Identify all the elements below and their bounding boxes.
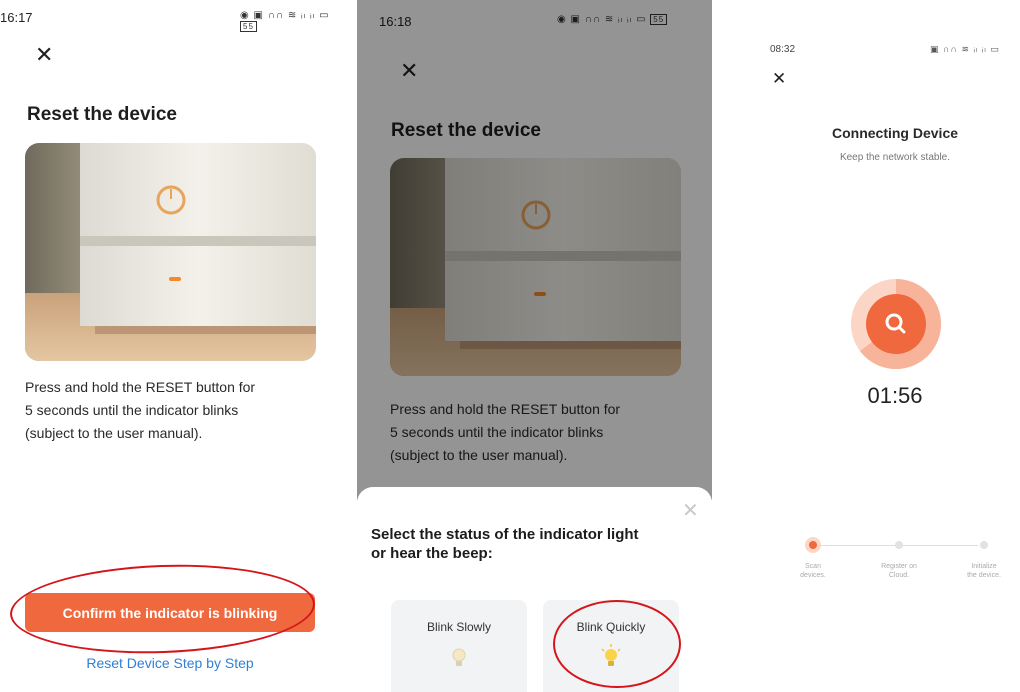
sheet-title-line: or hear the beep: (371, 545, 493, 562)
step-label-line: Scan (805, 563, 821, 570)
status-bar-icons: ◉ ▣ ∩∩ ≋ ᵢₗ ᵢₗ ▭ 55 (240, 10, 345, 32)
description-line: Press and hold the RESET button for (25, 379, 256, 395)
status-time: 16:17 (0, 10, 33, 25)
battery-icon: 55 (240, 21, 257, 32)
bulb-off-icon (452, 648, 466, 673)
device-image (25, 143, 316, 361)
description-line: 5 seconds until the indicator blinks (25, 402, 239, 418)
step-dot (980, 541, 988, 549)
close-icon[interactable]: ✕ (772, 70, 786, 87)
step-label-line: Register on (881, 563, 917, 570)
step-dot-active (809, 541, 817, 549)
step-label-scan: Scan devices. (788, 562, 838, 580)
step-dot (895, 541, 903, 549)
indicator-status-screen: 16:18 ◉ ▣ ∩∩ ≋ ᵢₗ ᵢₗ ▭ 55 ✕ Reset the de… (357, 0, 712, 692)
option-blink-slowly[interactable] (391, 600, 527, 692)
connecting-title: Connecting Device (831, 125, 959, 141)
status-time: 08:32 (770, 44, 796, 55)
highlight-circle (8, 559, 317, 659)
sheet-close-icon[interactable]: ✕ (682, 498, 699, 523)
description-line: (subject to the user manual). (25, 425, 203, 441)
status-icons: ◉ ▣ ∩∩ ≋ ᵢₗ ᵢₗ ▭ (240, 10, 330, 21)
reset-step-by-step-link[interactable]: Reset Device Step by Step (25, 655, 315, 671)
step-label-line: Initialize (971, 563, 997, 570)
sheet-title-line: Select the status of the indicator light (371, 526, 639, 543)
search-progress-ring (850, 278, 942, 375)
status-bar-icons: ▣ ∩∩ ≋ ᵢₗ ᵢₗ ▭ (930, 44, 1000, 54)
countdown-timer: 01:56 (867, 383, 923, 408)
page-title: Reset the device (27, 104, 177, 125)
highlight-circle (553, 600, 681, 688)
step-label-line: the device. (967, 572, 1001, 579)
sheet-title: Select the status of the indicator light… (371, 525, 701, 563)
modal-backdrop[interactable] (357, 0, 712, 500)
step-label-line: Cloud. (888, 572, 910, 579)
option-label: Blink Slowly (426, 620, 492, 634)
step-label-line: devices. (800, 572, 826, 579)
step-label-register: Register on Cloud. (874, 562, 924, 580)
close-icon[interactable]: ✕ (35, 44, 53, 66)
reset-device-screen: 16:17 ◉ ▣ ∩∩ ≋ ᵢₗ ᵢₗ ▭ 55 ✕ Reset the de… (0, 0, 345, 692)
connecting-device-screen: 08:32 ▣ ∩∩ ≋ ᵢₗ ᵢₗ ▭ ✕ Connecting Device… (750, 0, 1020, 692)
step-label-initialize: Initialize the device. (959, 562, 1009, 580)
connecting-subtitle: Keep the network stable. (839, 152, 951, 163)
reset-instructions: Press and hold the RESET button for 5 se… (25, 376, 325, 445)
